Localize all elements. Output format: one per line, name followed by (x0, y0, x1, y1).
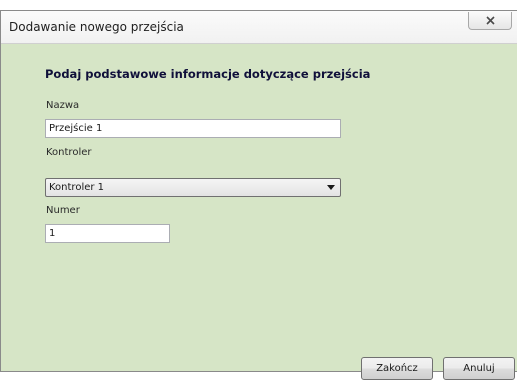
finish-button[interactable]: Zakończ (361, 357, 433, 380)
dialog-window: Dodawanie nowego przejścia Podaj podstaw… (0, 10, 517, 380)
name-label: Nazwa (46, 100, 80, 111)
window-title: Dodawanie nowego przejścia (9, 20, 184, 34)
controller-select[interactable]: Kontroler 1 (45, 178, 341, 197)
number-label: Numer (46, 205, 80, 216)
close-button[interactable] (468, 12, 512, 30)
chevron-down-icon (327, 185, 335, 190)
name-input[interactable]: Przejście 1 (45, 119, 341, 138)
dialog-content: Podaj podstawowe informacje dotyczące pr… (1, 44, 517, 380)
controller-selected-value: Kontroler 1 (49, 182, 105, 193)
controller-label: Kontroler (46, 147, 92, 158)
number-input[interactable]: 1 (45, 224, 170, 243)
title-bar[interactable]: Dodawanie nowego przejścia (1, 11, 517, 44)
close-icon (486, 16, 495, 25)
cancel-button[interactable]: Anuluj (443, 357, 515, 380)
form-heading: Podaj podstawowe informacje dotyczące pr… (45, 67, 371, 81)
